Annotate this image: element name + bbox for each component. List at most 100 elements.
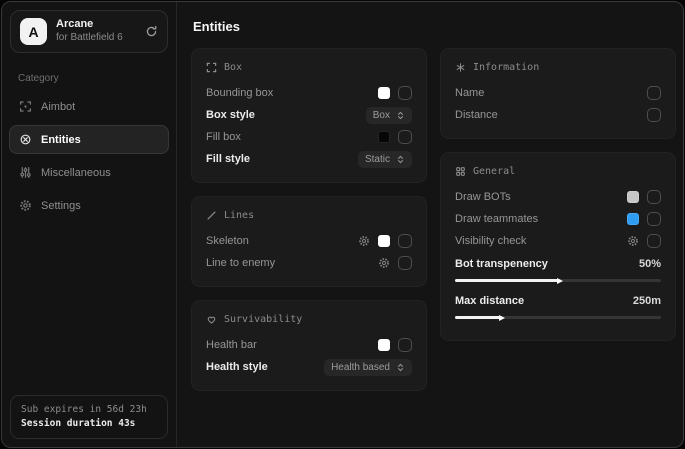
setting-row-fill-box: Fill box [206,126,412,148]
slider-thumb[interactable] [557,278,563,284]
fill-style-select[interactable]: Static [358,151,412,168]
checkbox[interactable] [398,338,412,352]
setting-label: Health style [206,361,268,373]
setting-row-health-bar: Health bar [206,334,412,356]
settings-gear-icon[interactable] [627,235,639,247]
slider-track[interactable] [455,316,661,319]
checkbox[interactable] [647,234,661,248]
sync-icon[interactable] [145,25,158,38]
unfold-icon [396,155,405,164]
grid-icon [455,166,466,177]
setting-label: Fill box [206,131,241,143]
setting-row-name: Name [455,82,661,104]
setting-label: Distance [455,109,498,121]
setting-row-bounding-box: Bounding box [206,82,412,104]
card-lines: Lines Skeleton Line to enemy [191,196,427,287]
sidebar-item-aimbot[interactable]: Aimbot [9,92,169,121]
sub-expiry-text: Sub expires in 56d 23h [21,403,157,417]
select-value: Static [365,154,390,165]
setting-label: Health bar [206,339,257,351]
slider-label: Max distance [455,295,524,307]
setting-row-box-style: Box style Box [206,104,412,126]
setting-row-draw-teammates: Draw teammates [455,208,661,230]
color-swatch[interactable] [627,191,639,203]
setting-label: Bounding box [206,87,273,99]
app-name: Arcane [56,18,136,32]
entities-icon [19,133,32,146]
settings-gear-icon[interactable] [358,235,370,247]
heart-icon [206,314,217,325]
info-star-icon [455,62,466,73]
checkbox[interactable] [398,130,412,144]
checkbox[interactable] [647,108,661,122]
checkbox[interactable] [647,86,661,100]
setting-row-visibility-check: Visibility check [455,230,661,252]
setting-row-line-to-enemy: Line to enemy [206,252,412,274]
subscription-info: Sub expires in 56d 23h Session duration … [10,395,168,440]
card-title: Box [224,62,242,73]
slider-track[interactable] [455,279,661,282]
setting-label: Box style [206,109,255,121]
slider-value: 50% [639,258,661,270]
card-survivability: Survivability Health bar Health style He… [191,300,427,391]
select-value: Box [373,110,390,121]
unfold-icon [396,363,405,372]
checkbox[interactable] [398,256,412,270]
app-window: A Arcane for Battlefield 6 Category Aimb… [1,1,684,448]
box-style-select[interactable]: Box [366,107,412,124]
slider-bot-transparency: Bot transpenency 50% [455,254,661,282]
color-swatch[interactable] [378,235,390,247]
category-label: Category [18,73,160,84]
setting-label: Line to enemy [206,257,275,269]
setting-label: Fill style [206,153,250,165]
setting-row-skeleton: Skeleton [206,230,412,252]
slider-fill [455,279,558,282]
card-information: Information Name Distance [440,48,676,139]
corners-icon [206,62,217,73]
sidebar-item-label: Aimbot [41,101,75,113]
checkbox[interactable] [647,190,661,204]
checkbox[interactable] [647,212,661,226]
color-swatch[interactable] [378,87,390,99]
session-duration-text: Session duration 43s [21,417,157,431]
card-title: Information [473,62,539,73]
sidebar-item-label: Miscellaneous [41,167,111,179]
setting-row-health-style: Health style Health based [206,356,412,378]
sidebar-item-label: Settings [41,200,81,212]
setting-label: Skeleton [206,235,249,247]
health-style-select[interactable]: Health based [324,359,412,376]
main-panel: Entities Box Bounding box [177,2,684,447]
card-title: General [473,166,515,177]
sidebar-nav: Aimbot Entities Miscellaneous [2,92,176,220]
slider-max-distance: Max distance 250m [455,291,661,319]
card-title: Survivability [224,314,302,325]
slider-thumb[interactable] [499,315,505,321]
slider-fill [455,316,500,319]
sliders-icon [19,166,32,179]
card-general: General Draw BOTs Draw teammates [440,152,676,341]
card-title: Lines [224,210,254,221]
slider-value: 250m [633,295,661,307]
unfold-icon [396,111,405,120]
color-swatch[interactable] [378,131,390,143]
setting-label: Visibility check [455,235,526,247]
color-swatch[interactable] [378,339,390,351]
checkbox[interactable] [398,234,412,248]
sidebar-item-label: Entities [41,134,81,146]
gear-icon [19,199,32,212]
select-value: Health based [331,362,390,373]
color-swatch[interactable] [627,213,639,225]
slider-label: Bot transpenency [455,258,548,270]
sidebar-item-entities[interactable]: Entities [9,125,169,154]
setting-label: Name [455,87,484,99]
app-subtitle: for Battlefield 6 [56,32,136,45]
checkbox[interactable] [398,86,412,100]
setting-label: Draw BOTs [455,191,511,203]
card-box: Box Bounding box Box style Box [191,48,427,183]
setting-row-draw-bots: Draw BOTs [455,186,661,208]
settings-gear-icon[interactable] [378,257,390,269]
sidebar-item-settings[interactable]: Settings [9,191,169,220]
app-header-card: A Arcane for Battlefield 6 [10,10,168,53]
sidebar-item-miscellaneous[interactable]: Miscellaneous [9,158,169,187]
app-logo: A [20,18,47,45]
